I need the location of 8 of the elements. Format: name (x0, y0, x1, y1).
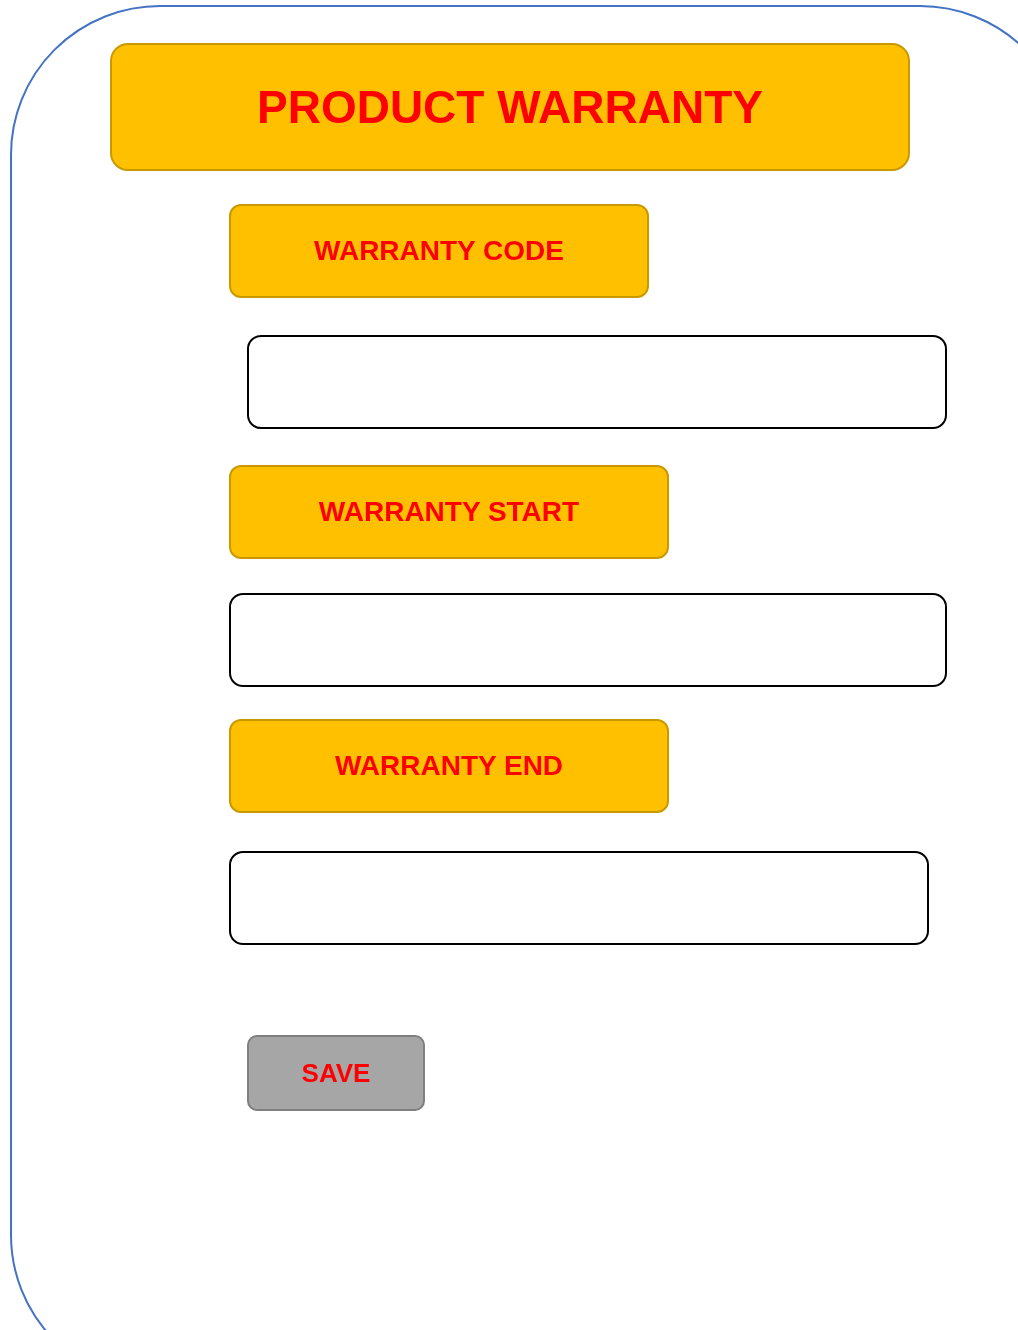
save-button[interactable]: SAVE (247, 1035, 425, 1111)
input-field[interactable] (247, 335, 947, 429)
input-field[interactable] (229, 593, 947, 687)
field-label: WARRANTY START (229, 465, 669, 559)
input-field[interactable] (229, 851, 929, 945)
field-label: WARRANTY CODE (229, 204, 649, 298)
field-label: WARRANTY END (229, 719, 669, 813)
form-title: PRODUCT WARRANTY (110, 43, 910, 171)
